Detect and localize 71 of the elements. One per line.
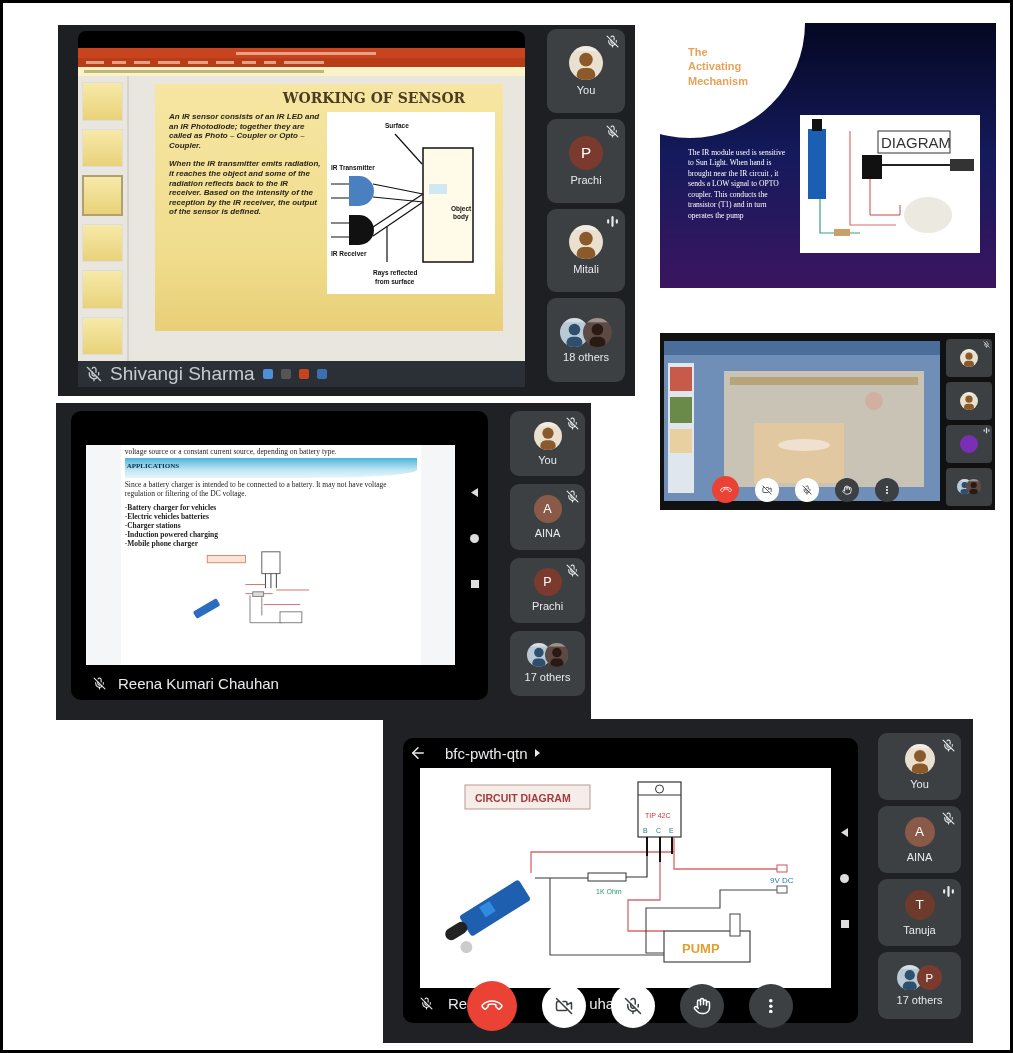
- diagram-title: CIRCUIT DIAGRAM: [464, 784, 591, 810]
- participant-tile[interactable]: T Tanuja: [878, 879, 961, 946]
- participant-name: AINA: [906, 850, 933, 863]
- camera-off-icon: [762, 484, 773, 495]
- camera-off-icon: [555, 997, 574, 1016]
- avatar: A: [533, 494, 562, 523]
- presenter-name: Shivangi Sharma: [110, 363, 255, 385]
- participant-tile[interactable]: You: [878, 733, 961, 800]
- slide-thumbnail[interactable]: [82, 175, 123, 216]
- speaking-icon: [983, 427, 990, 434]
- participant-tile[interactable]: [946, 425, 992, 463]
- mic-off-icon: [624, 997, 643, 1016]
- participant-name: 17 others: [896, 994, 943, 1007]
- component-label: PUMP: [682, 941, 720, 956]
- avatar: P: [533, 568, 562, 597]
- presenter-name: Reena Kumari Chauhan: [118, 675, 279, 692]
- participant-tile[interactable]: P Prachi: [547, 118, 625, 203]
- participant-tile[interactable]: 17 others: [510, 630, 585, 696]
- participant-tile[interactable]: [946, 339, 992, 377]
- participant-tile[interactable]: [946, 382, 992, 420]
- participant-tile[interactable]: A AINA: [510, 484, 585, 550]
- taskbar-icon[interactable]: [316, 369, 327, 379]
- presenter-name: Re: [448, 995, 468, 1012]
- caret-icon: [534, 749, 540, 757]
- participant-name: Tanuja: [903, 923, 936, 936]
- hand-icon: [842, 484, 853, 495]
- diagram-title: DIAGRAM: [877, 130, 951, 154]
- participant-name: AINA: [534, 526, 561, 539]
- participant-name: You: [910, 777, 929, 790]
- participant-name: 17 others: [524, 671, 571, 684]
- participant-name: You: [576, 83, 596, 96]
- participant-tile[interactable]: Mitali: [547, 208, 625, 293]
- slide-bullet: An IR sensor consists of an IR LED and an IR Photodiode; together they are called as Photo – Coupler or Opto – Coupler.: [169, 112, 321, 151]
- participant-tile[interactable]: A AINA: [878, 806, 961, 873]
- avatar: A: [904, 816, 935, 847]
- speaking-icon: [942, 885, 955, 898]
- participant-tile[interactable]: P Prachi: [510, 557, 585, 623]
- participant-name: 18 others: [563, 350, 609, 363]
- component-label: 9V DC: [770, 876, 794, 885]
- recents-icon[interactable]: [840, 920, 849, 928]
- more-icon: [769, 998, 773, 1014]
- participant-tile[interactable]: You: [510, 411, 585, 477]
- participant-tile[interactable]: You: [547, 29, 625, 113]
- slide-title: WORKING OF SENSOR: [281, 90, 467, 106]
- back-icon[interactable]: [470, 488, 479, 497]
- slide-title: The: [688, 45, 709, 60]
- avatar: T: [904, 889, 935, 920]
- participant-name: Prachi: [570, 173, 602, 186]
- participant-tile[interactable]: P 17 others: [878, 952, 961, 1019]
- participant-tile[interactable]: 18 others: [547, 298, 625, 382]
- avatar: P: [916, 964, 942, 991]
- avatar: P: [569, 135, 603, 170]
- participant-name: You: [538, 453, 557, 466]
- recents-icon[interactable]: [470, 580, 479, 588]
- slide-bullet: When the IR transmitter emits radiation, it reaches the object and some of the radiation reflects back to the IR receiver. Based on the intensity of the reception by the IR receiver, the output of the sensor is defined.: [169, 159, 321, 217]
- speaking-icon: [606, 214, 619, 228]
- slide-title: Activating: [688, 59, 743, 74]
- home-icon[interactable]: [840, 874, 849, 883]
- mic-off-icon: [802, 484, 813, 495]
- hand-icon: [693, 997, 712, 1016]
- mic-off-icon: [86, 366, 102, 382]
- participant-name: Prachi: [531, 600, 564, 613]
- taskbar-icon[interactable]: [298, 369, 309, 379]
- taskbar-icon[interactable]: [262, 369, 273, 379]
- participant-name: Mitali: [573, 263, 599, 276]
- back-icon[interactable]: [840, 828, 849, 837]
- participant-tile[interactable]: [946, 468, 992, 506]
- meeting-code[interactable]: bfc-pwth-qtn: [445, 744, 528, 762]
- more-icon: [886, 485, 889, 494]
- slide-title: Mechanism: [688, 73, 749, 88]
- home-icon[interactable]: [470, 534, 480, 543]
